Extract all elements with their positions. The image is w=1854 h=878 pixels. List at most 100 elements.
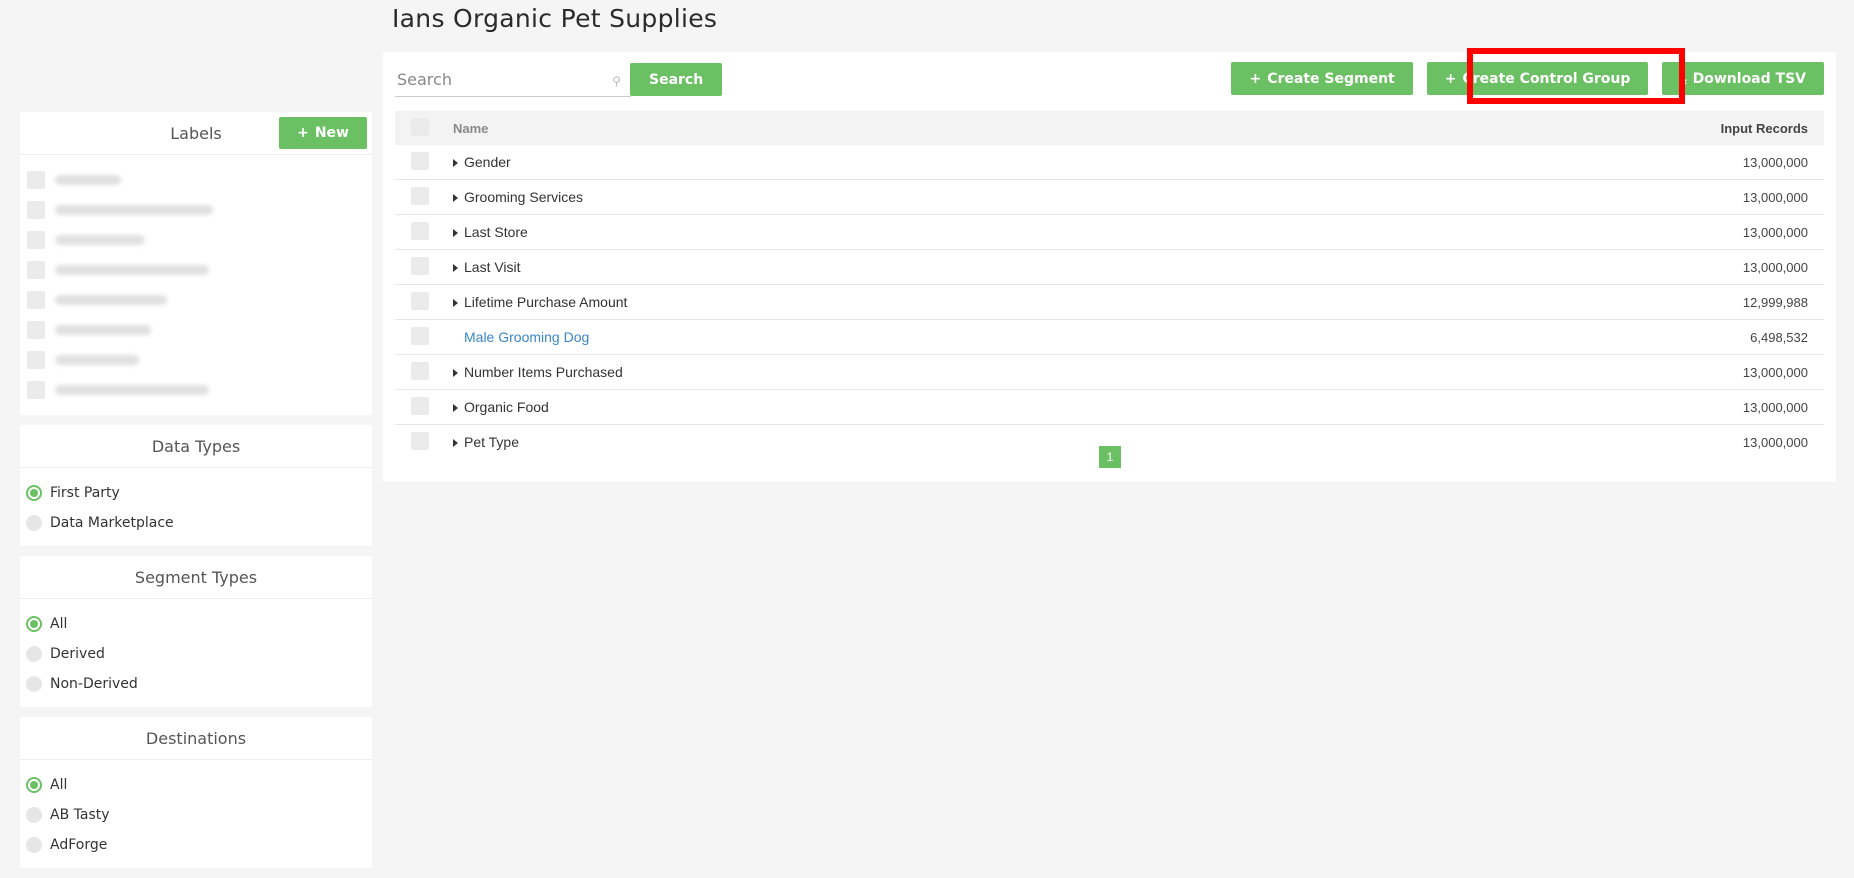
radio-unselected[interactable] bbox=[26, 676, 42, 692]
blurred-label-text bbox=[55, 325, 151, 335]
radio-label: All bbox=[50, 777, 68, 793]
row-checkbox[interactable] bbox=[411, 326, 429, 345]
row-records: 12,999,988 bbox=[1313, 284, 1824, 320]
table-row[interactable]: Gender 13,000,000 bbox=[395, 145, 1824, 180]
select-all-checkbox[interactable] bbox=[411, 117, 429, 136]
segment-type-derived[interactable]: Derived bbox=[26, 639, 366, 669]
row-name-cell: Male Grooming Dog bbox=[452, 319, 1314, 355]
destination-ab-tasty[interactable]: AB Tasty bbox=[26, 800, 366, 830]
label-checkbox[interactable] bbox=[27, 351, 45, 369]
row-records: 13,000,000 bbox=[1313, 354, 1824, 390]
table-row[interactable]: Last Store 13,000,000 bbox=[395, 214, 1824, 250]
row-name[interactable]: Gender bbox=[464, 154, 511, 170]
segment-type-non-derived[interactable]: Non-Derived bbox=[26, 669, 366, 699]
row-name-cell: Lifetime Purchase Amount bbox=[452, 284, 1314, 320]
destination-adforge[interactable]: AdForge bbox=[26, 830, 366, 860]
label-item[interactable] bbox=[27, 195, 365, 225]
row-name[interactable]: Last Visit bbox=[464, 259, 521, 275]
create-segment-button[interactable]: + Create Segment bbox=[1231, 62, 1413, 95]
expand-icon[interactable] bbox=[453, 194, 458, 203]
label-item[interactable] bbox=[27, 315, 365, 345]
radio-selected[interactable] bbox=[26, 485, 42, 501]
row-checkbox[interactable] bbox=[411, 361, 429, 380]
label-checkbox[interactable] bbox=[27, 321, 45, 339]
destination-all[interactable]: All bbox=[26, 770, 366, 800]
row-checkbox[interactable] bbox=[411, 396, 429, 415]
plus-icon: + bbox=[1444, 70, 1457, 87]
table-row[interactable]: Organic Food 13,000,000 bbox=[395, 389, 1824, 425]
row-name[interactable]: Pet Type bbox=[464, 434, 519, 450]
pagination-page-1[interactable]: 1 bbox=[1099, 446, 1121, 468]
search-button[interactable]: Search bbox=[630, 63, 723, 96]
expand-icon[interactable] bbox=[453, 229, 458, 238]
row-checkbox[interactable] bbox=[411, 151, 429, 170]
data-types-header: Data Types bbox=[20, 425, 372, 468]
download-icon: ⤓ bbox=[1680, 70, 1687, 87]
label-item[interactable] bbox=[27, 345, 365, 375]
label-item[interactable] bbox=[27, 285, 365, 315]
segment-link[interactable]: Male Grooming Dog bbox=[464, 329, 589, 345]
radio-unselected[interactable] bbox=[26, 515, 42, 531]
radio-label: Non-Derived bbox=[50, 676, 138, 692]
data-types-list: First Party Data Marketplace bbox=[20, 468, 372, 546]
search-icon[interactable]: ⚲ bbox=[612, 74, 621, 88]
table-row[interactable]: Lifetime Purchase Amount 12,999,988 bbox=[395, 284, 1824, 320]
row-checkbox-cell bbox=[395, 354, 452, 390]
new-label-button[interactable]: + New bbox=[279, 117, 367, 149]
label-checkbox[interactable] bbox=[27, 201, 45, 219]
expand-icon[interactable] bbox=[453, 404, 458, 413]
radio-unselected[interactable] bbox=[26, 807, 42, 823]
row-name-cell: Last Visit bbox=[452, 249, 1314, 285]
radio-selected[interactable] bbox=[26, 616, 42, 632]
label-checkbox[interactable] bbox=[27, 171, 45, 189]
radio-label: First Party bbox=[50, 485, 120, 501]
label-checkbox[interactable] bbox=[27, 231, 45, 249]
data-type-marketplace[interactable]: Data Marketplace bbox=[26, 508, 366, 538]
labels-panel-header: Labels + New bbox=[20, 112, 372, 155]
expand-icon[interactable] bbox=[453, 299, 458, 308]
data-type-first-party[interactable]: First Party bbox=[26, 478, 366, 508]
row-checkbox-cell bbox=[395, 425, 452, 460]
expand-icon[interactable] bbox=[453, 369, 458, 378]
sidebar: Labels + New Data Types First Party Data… bbox=[20, 112, 372, 878]
expand-icon[interactable] bbox=[453, 159, 458, 168]
label-list bbox=[20, 155, 372, 415]
row-checkbox[interactable] bbox=[411, 431, 429, 450]
segment-type-all[interactable]: All bbox=[26, 609, 366, 639]
row-name-cell: Grooming Services bbox=[452, 179, 1314, 215]
table-row[interactable]: Male Grooming Dog 6,498,532 bbox=[395, 319, 1824, 355]
radio-label: All bbox=[50, 616, 68, 632]
row-name[interactable]: Lifetime Purchase Amount bbox=[464, 294, 627, 310]
label-checkbox[interactable] bbox=[27, 381, 45, 399]
row-checkbox[interactable] bbox=[411, 291, 429, 310]
table-row[interactable]: Last Visit 13,000,000 bbox=[395, 249, 1824, 285]
table-row[interactable]: Grooming Services 13,000,000 bbox=[395, 179, 1824, 215]
row-checkbox-cell bbox=[395, 389, 452, 425]
expand-icon[interactable] bbox=[453, 439, 458, 448]
column-header-records[interactable]: Input Records bbox=[1313, 111, 1824, 145]
row-checkbox[interactable] bbox=[411, 256, 429, 275]
table-row[interactable]: Number Items Purchased 13,000,000 bbox=[395, 354, 1824, 390]
create-control-group-button[interactable]: + Create Control Group bbox=[1426, 62, 1649, 95]
row-checkbox[interactable] bbox=[411, 186, 429, 205]
radio-unselected[interactable] bbox=[26, 646, 42, 662]
blurred-label-text bbox=[55, 295, 167, 305]
label-checkbox[interactable] bbox=[27, 291, 45, 309]
radio-selected[interactable] bbox=[26, 777, 42, 793]
download-tsv-button[interactable]: ⤓ Download TSV bbox=[1662, 62, 1824, 95]
label-item[interactable] bbox=[27, 255, 365, 285]
label-item[interactable] bbox=[27, 225, 365, 255]
row-name[interactable]: Last Store bbox=[464, 224, 528, 240]
expand-icon[interactable] bbox=[453, 264, 458, 273]
radio-unselected[interactable] bbox=[26, 837, 42, 853]
row-name[interactable]: Grooming Services bbox=[464, 189, 583, 205]
label-item[interactable] bbox=[27, 375, 365, 405]
column-header-name[interactable]: Name bbox=[452, 111, 1314, 145]
row-checkbox-cell bbox=[395, 179, 452, 215]
label-checkbox[interactable] bbox=[27, 261, 45, 279]
search-input[interactable] bbox=[395, 68, 599, 90]
row-checkbox[interactable] bbox=[411, 221, 429, 240]
row-name[interactable]: Number Items Purchased bbox=[464, 364, 623, 380]
label-item[interactable] bbox=[27, 165, 365, 195]
row-name[interactable]: Organic Food bbox=[464, 399, 549, 415]
